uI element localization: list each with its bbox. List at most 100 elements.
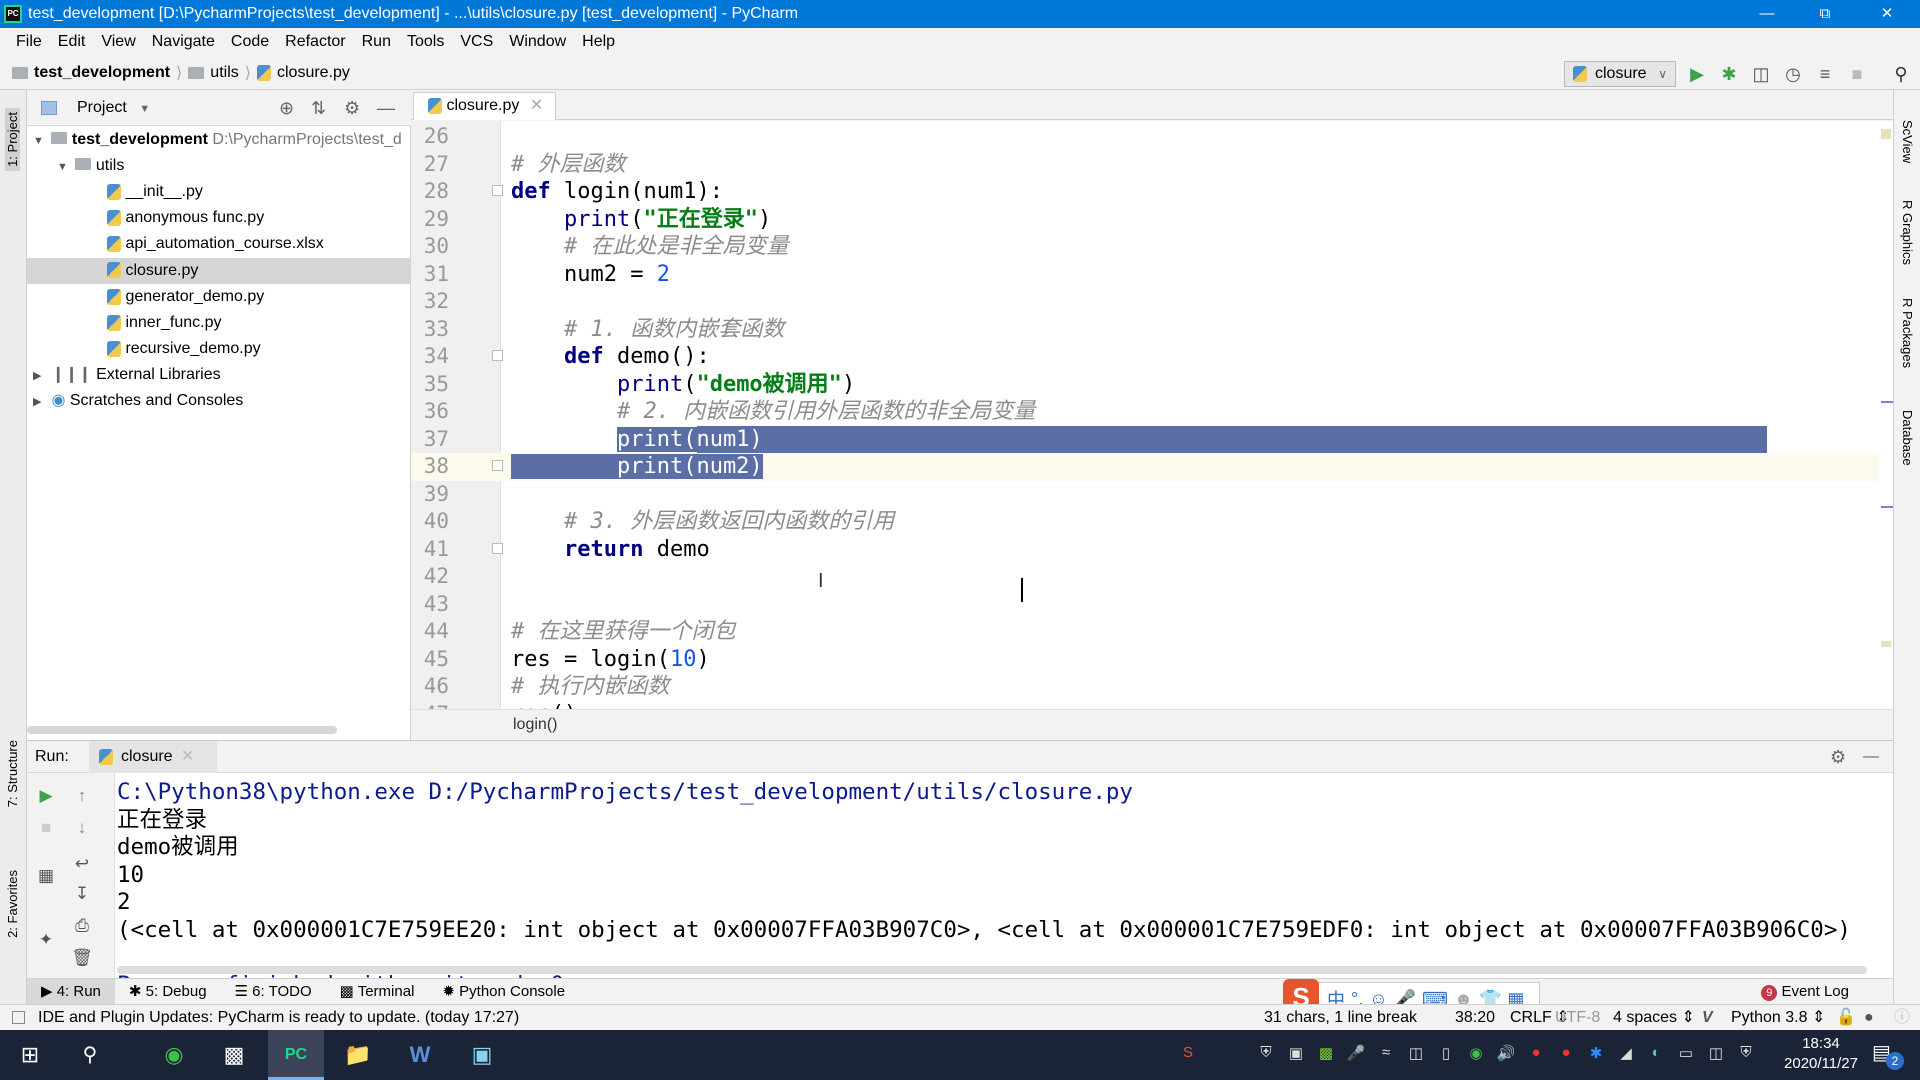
tool-tab-debug[interactable]: ✱ 5: Debug: [115, 979, 221, 1005]
tree-item-file[interactable]: anonymous func.py: [27, 205, 411, 231]
menu-edit[interactable]: Edit: [50, 33, 94, 51]
gear-icon[interactable]: ⚙: [344, 90, 360, 126]
breadcrumb-project[interactable]: test_development: [34, 64, 170, 82]
vertical-scrollbar[interactable]: [1879, 121, 1893, 709]
app-tray-icon[interactable]: ◐: [1646, 1044, 1666, 1064]
lock-icon[interactable]: 🔓: [1836, 1005, 1856, 1031]
arrow-up-icon[interactable]: ↑: [71, 785, 93, 807]
horizontal-scrollbar[interactable]: [27, 726, 337, 734]
coverage-icon[interactable]: ◫: [1750, 63, 1772, 85]
inspector-icon[interactable]: ●: [1864, 1005, 1874, 1031]
search-icon[interactable]: ⚲: [62, 1030, 118, 1080]
file-encoding[interactable]: UTF-8: [1555, 1005, 1600, 1031]
dolby-icon[interactable]: ◫: [1706, 1044, 1726, 1064]
chevron-down-icon[interactable]: ▼: [139, 103, 150, 115]
tree-item-file[interactable]: __init__.py: [27, 179, 411, 205]
terminal-icon[interactable]: ▩: [206, 1030, 262, 1080]
tool-window-project[interactable]: 1: Project: [5, 108, 20, 171]
search-icon[interactable]: ⚲: [1890, 63, 1912, 85]
stop-icon[interactable]: ■: [35, 817, 57, 839]
breadcrumb-folder[interactable]: utils: [210, 64, 238, 82]
tree-item-utils[interactable]: ▼ utils: [27, 153, 411, 179]
app-icon[interactable]: ▣: [454, 1030, 510, 1080]
debug-icon[interactable]: ✱: [1718, 63, 1740, 85]
shield-icon[interactable]: ⛨: [1256, 1044, 1276, 1064]
volume-icon[interactable]: 🔊: [1496, 1044, 1516, 1064]
gear-icon[interactable]: ⚙: [1830, 741, 1846, 773]
file-explorer-icon[interactable]: 📁: [330, 1030, 386, 1080]
tool-window-structure[interactable]: 7: Structure: [5, 740, 20, 807]
action-center-icon[interactable]: ▤ 2: [1872, 1040, 1904, 1070]
nvidia-icon[interactable]: ▩: [1316, 1044, 1336, 1064]
fold-marker-icon[interactable]: [492, 460, 503, 471]
scroll-to-end-icon[interactable]: ↧: [71, 883, 93, 905]
soft-wrap-icon[interactable]: ↩: [71, 853, 93, 875]
print-icon[interactable]: ⎙: [71, 915, 93, 937]
code-editor[interactable]: 26 27 # 外层函数 28 def login(num1): 29 print("正在…: [411, 121, 1893, 709]
tab-closure-py[interactable]: closure.py ✕: [413, 92, 557, 120]
tool-window-favorites[interactable]: 2: Favorites: [5, 870, 20, 938]
status-message[interactable]: IDE and Plugin Updates: PyCharm is ready…: [38, 1005, 519, 1031]
event-log-button[interactable]: 9 Event Log: [1747, 979, 1863, 1005]
wechat-icon[interactable]: ◉: [146, 1030, 202, 1080]
close-tab-icon[interactable]: ✕: [181, 748, 194, 765]
hide-icon[interactable]: —: [377, 90, 395, 126]
security-icon[interactable]: ⛨: [1736, 1044, 1756, 1064]
horizontal-scrollbar[interactable]: [117, 966, 1867, 974]
tree-item-scratches[interactable]: ▶ ◉ Scratches and Consoles: [27, 388, 411, 414]
fold-marker-icon[interactable]: [492, 185, 503, 196]
menu-navigate[interactable]: Navigate: [144, 33, 223, 51]
concurrency-icon[interactable]: ≡: [1814, 63, 1836, 85]
stop-icon[interactable]: ■: [1846, 63, 1868, 85]
restore-button[interactable]: ⧉: [1802, 0, 1848, 28]
collapse-all-icon[interactable]: ⇅: [311, 90, 326, 126]
menu-code[interactable]: Code: [223, 33, 277, 51]
clock[interactable]: 18:34 2020/11/27: [1776, 1034, 1866, 1074]
pycharm-taskbar-icon[interactable]: PC: [268, 1030, 324, 1080]
locate-icon[interactable]: ⊕: [279, 90, 294, 126]
close-tab-icon[interactable]: ✕: [530, 97, 543, 114]
minimize-button[interactable]: —: [1744, 0, 1790, 28]
pin-icon[interactable]: ✦: [35, 929, 57, 951]
menu-refactor[interactable]: Refactor: [277, 33, 353, 51]
menu-tools[interactable]: Tools: [399, 33, 452, 51]
tool-tab-todo[interactable]: ☰ 6: TODO: [221, 979, 326, 1005]
breadcrumb-login[interactable]: login(): [513, 716, 557, 733]
layout-icon[interactable]: ▦: [35, 865, 57, 887]
word-icon[interactable]: W: [392, 1030, 448, 1080]
fold-marker-icon[interactable]: [492, 350, 503, 361]
menu-view[interactable]: View: [93, 33, 143, 51]
tree-item-file[interactable]: closure.py: [27, 257, 411, 284]
toggle-tool-windows-icon[interactable]: [12, 1011, 25, 1024]
menu-run[interactable]: Run: [354, 33, 399, 51]
battery-icon[interactable]: ▭: [1676, 1044, 1696, 1064]
menu-vcs[interactable]: VCS: [452, 33, 501, 51]
tool-window-r-graphics[interactable]: R Graphics: [1900, 200, 1915, 265]
caret-position[interactable]: 38:20: [1455, 1005, 1495, 1031]
tree-item-file[interactable]: recursive_demo.py: [27, 336, 411, 362]
qq-icon[interactable]: ●: [1526, 1044, 1546, 1064]
profile-icon[interactable]: ◷: [1782, 63, 1804, 85]
run-tab-closure[interactable]: closure ✕: [89, 741, 217, 773]
breadcrumb-file[interactable]: closure.py: [277, 64, 350, 82]
menu-window[interactable]: Window: [501, 33, 574, 51]
windows-start-icon[interactable]: ⊞: [2, 1030, 58, 1080]
close-button[interactable]: ✕: [1864, 0, 1910, 28]
warning-icon[interactable]: ⓘ: [1894, 1005, 1910, 1031]
trash-icon[interactable]: 🗑: [71, 947, 93, 969]
qq-icon[interactable]: ●: [1556, 1044, 1576, 1064]
microphone-icon[interactable]: 🎤: [1346, 1044, 1366, 1064]
wechat-tray-icon[interactable]: ◉: [1466, 1044, 1486, 1064]
arrow-down-icon[interactable]: ↓: [71, 817, 93, 839]
tree-item-file[interactable]: api_automation_course.xlsx: [27, 231, 411, 257]
tool-window-database[interactable]: Database: [1900, 410, 1915, 466]
fold-marker-icon[interactable]: [492, 542, 503, 554]
sogou-tray-icon[interactable]: S: [1178, 1044, 1198, 1064]
menu-file[interactable]: File: [8, 33, 50, 51]
interpreter-select[interactable]: Python 3.8 ⇕: [1731, 1005, 1825, 1031]
tree-item-file[interactable]: generator_demo.py: [27, 284, 411, 310]
project-view-select[interactable]: Project: [77, 99, 127, 116]
hide-icon[interactable]: —: [1863, 741, 1879, 773]
menu-help[interactable]: Help: [574, 33, 623, 51]
tool-tab-python-console[interactable]: ✹ Python Console: [428, 979, 579, 1005]
